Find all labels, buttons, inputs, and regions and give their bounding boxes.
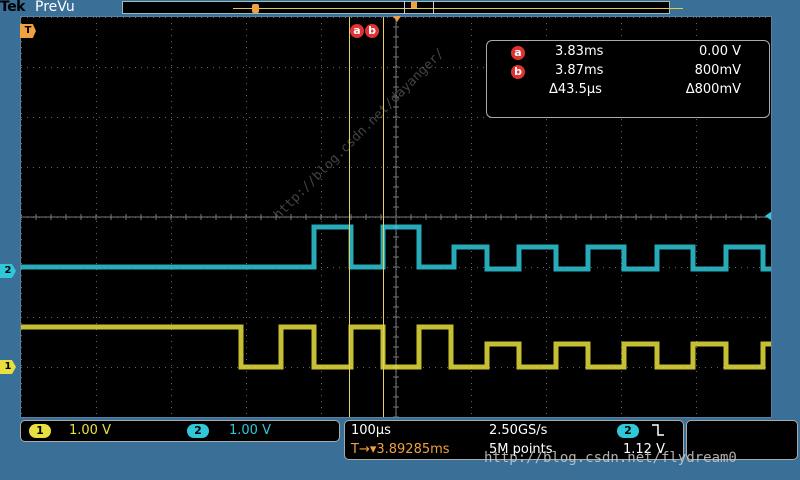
cursor-a-row: a 3.83ms 0.00 V xyxy=(487,44,769,62)
trigger-level-icon xyxy=(765,211,771,221)
cursor-a-line[interactable] xyxy=(349,17,350,417)
channel-scale-panel[interactable]: 1 1.00 V 2 1.00 V xyxy=(20,420,340,442)
cursor-delta-row: Δ43.5μs Δ800mV xyxy=(487,82,769,100)
ch2-badge[interactable]: 2 xyxy=(187,424,209,438)
timebase-value[interactable]: 100μs xyxy=(351,423,391,438)
ch1-scale[interactable]: 1.00 V xyxy=(69,423,111,438)
cursor-a-time: 3.83ms xyxy=(555,44,604,59)
cursor-a-value: 0.00 V xyxy=(699,44,741,59)
trigger-source-badge[interactable]: 2 xyxy=(617,424,639,438)
top-bar: Tek PreVu xyxy=(0,0,800,16)
cursor-readout-panel: a 3.83ms 0.00 V b 3.87ms 800mV Δ43.5μs Δ… xyxy=(486,40,770,118)
cursor-b-value: 800mV xyxy=(694,63,741,78)
record-overview-bar xyxy=(233,8,683,9)
overview-flag-icon xyxy=(411,2,417,8)
cursor-delta-value: Δ800mV xyxy=(685,82,741,97)
ch2-scale[interactable]: 1.00 V xyxy=(229,423,271,438)
acquisition-mode: PreVu xyxy=(35,0,75,15)
overview-trigger-icon xyxy=(252,4,259,13)
ch2-ground-marker[interactable]: 2 xyxy=(0,264,16,278)
overview-view-window[interactable] xyxy=(404,1,434,14)
trigger-position-marker[interactable]: T xyxy=(20,24,36,38)
cursor-a-badge: a xyxy=(511,46,525,60)
brand-logo: Tek xyxy=(0,0,26,15)
cursor-b-tag[interactable]: b xyxy=(365,24,379,38)
falling-edge-icon xyxy=(651,423,665,441)
cursor-b-time: 3.87ms xyxy=(555,63,604,78)
sample-rate: 2.50GS/s xyxy=(489,423,548,438)
record-overview[interactable] xyxy=(122,1,683,14)
cursor-b-row: b 3.87ms 800mV xyxy=(487,63,769,81)
ch1-badge[interactable]: 1 xyxy=(29,424,51,438)
cursor-b-badge: b xyxy=(511,65,525,79)
blog-watermark: http://blog.csdn.net/flydream0 xyxy=(484,450,737,466)
ch1-ground-marker[interactable]: 1 xyxy=(0,360,16,374)
cursor-delta-time: Δ43.5μs xyxy=(549,82,602,97)
cursor-a-tag[interactable]: a xyxy=(350,24,364,38)
cursor-b-line[interactable] xyxy=(383,17,384,417)
trigger-position[interactable]: T→▾3.89285ms xyxy=(351,442,450,457)
